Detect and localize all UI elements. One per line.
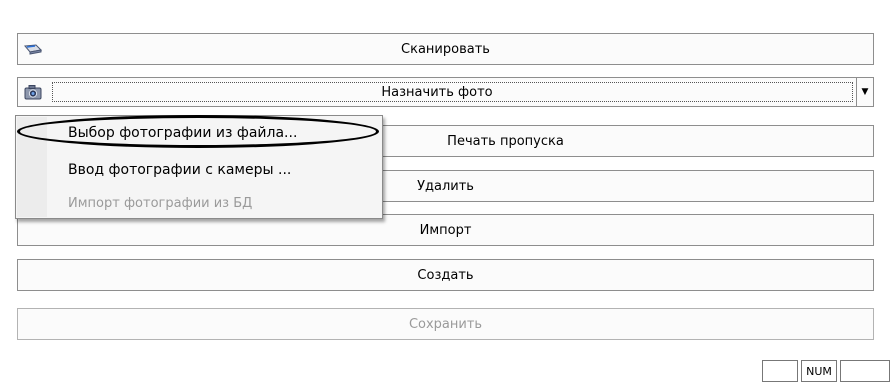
- scanner-icon: [24, 41, 43, 57]
- scan-button[interactable]: Сканировать: [17, 33, 874, 65]
- status-indicator-empty-2: [840, 360, 890, 382]
- status-num-label: NUM: [806, 364, 832, 378]
- import-label: Импорт: [419, 222, 472, 238]
- delete-label: Удалить: [417, 178, 474, 194]
- menu-item-label: Импорт фотографии из БД: [68, 196, 253, 211]
- status-indicator-empty: [762, 360, 798, 382]
- highlight-ellipse: [17, 115, 379, 148]
- assign-photo-label: Назначить фото: [381, 84, 493, 100]
- status-indicator-num: NUM: [801, 360, 837, 382]
- assign-photo-button[interactable]: Назначить фото: [17, 77, 857, 107]
- print-pass-label: Печать пропуска: [447, 133, 564, 149]
- menu-item-capture-from-camera[interactable]: Ввод фотографии с камеры ...: [68, 157, 291, 183]
- save-button[interactable]: Сохранить: [17, 308, 874, 340]
- chevron-down-icon: ▼: [861, 87, 869, 97]
- create-label: Создать: [417, 267, 474, 283]
- menu-item-import-from-db[interactable]: Импорт фотографии из БД: [68, 191, 252, 217]
- assign-photo-dropdown-button[interactable]: ▼: [856, 77, 874, 107]
- scan-button-label: Сканировать: [401, 41, 490, 57]
- create-button[interactable]: Создать: [17, 259, 874, 291]
- menu-item-label: Ввод фотографии с камеры ...: [68, 162, 292, 178]
- save-label: Сохранить: [408, 316, 483, 332]
